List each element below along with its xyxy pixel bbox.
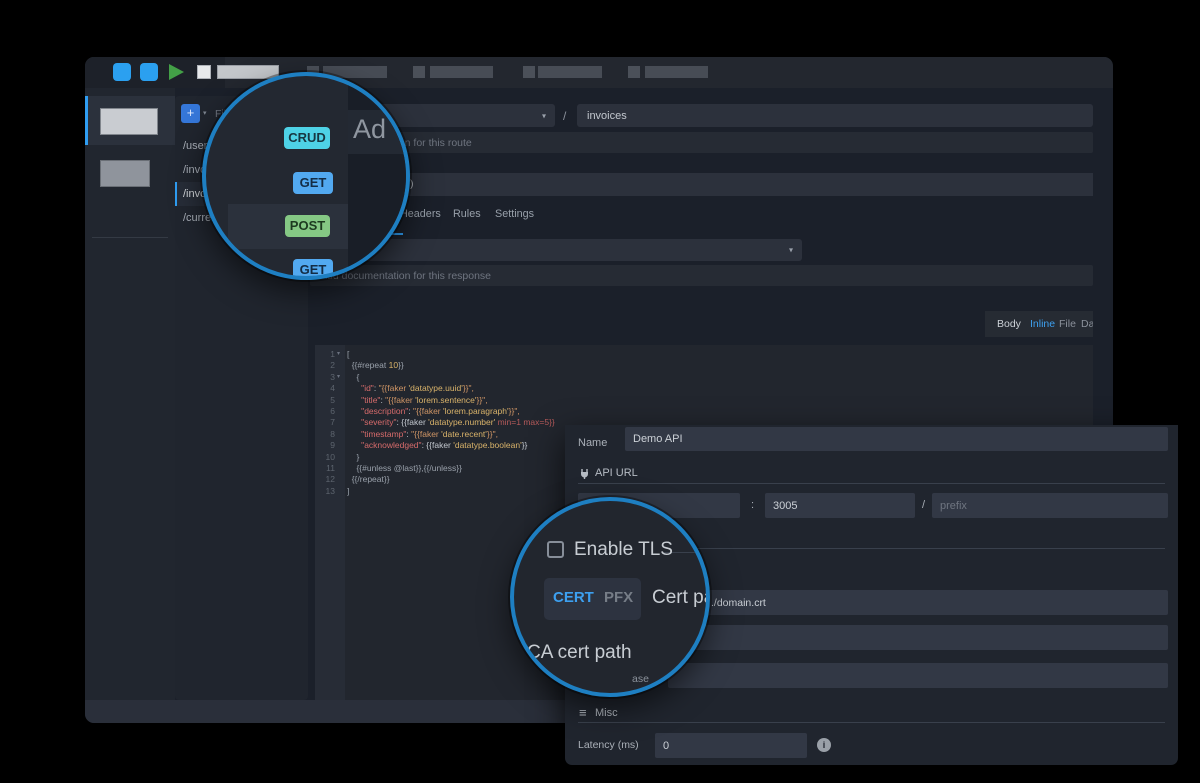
prefix-slash-separator: / <box>922 499 925 511</box>
titlebar <box>85 57 1113 88</box>
routes-magnifier-callout: Ad CRUD GET POST GET <box>202 72 410 280</box>
env-tab-placeholder-4[interactable] <box>645 66 708 78</box>
response-doc-input[interactable] <box>310 265 1093 286</box>
latency-input[interactable] <box>655 733 807 758</box>
env-tab-icon-2[interactable] <box>413 66 425 78</box>
app-logo-icon-2 <box>140 63 158 81</box>
add-route-button[interactable]: + <box>181 104 200 123</box>
info-icon[interactable]: i <box>817 738 831 752</box>
environments-sidebar <box>85 88 175 700</box>
env-tab-placeholder-2[interactable] <box>430 66 493 78</box>
magnified-config-zone <box>348 76 410 280</box>
stage: + ▾ /users /invoice /invoices /currency-… <box>0 0 1200 783</box>
cert-tab: CERT <box>553 589 594 606</box>
code-line: 4 "id": "{{faker 'datatype.uuid'}}", <box>315 383 1093 394</box>
ca-cert-path-input[interactable] <box>647 625 1168 650</box>
misc-section-label: Misc <box>595 707 618 719</box>
cert-passphrase-input[interactable] <box>668 663 1168 688</box>
misc-divider <box>578 722 1165 723</box>
prefix-input[interactable] <box>932 493 1168 518</box>
cert-path-label-fragment: Cert pa <box>652 587 710 609</box>
environment-name-input[interactable] <box>625 427 1168 451</box>
tab-headers[interactable]: Headers <box>400 208 441 220</box>
sidebar-divider <box>92 237 168 238</box>
env-tab-placeholder-3[interactable] <box>538 66 602 78</box>
fold-icon[interactable]: ▾ <box>337 349 345 360</box>
name-label: Name <box>578 437 607 449</box>
route-path-input[interactable] <box>577 104 1093 127</box>
plug-icon <box>579 468 590 479</box>
environment-thumbnail-2[interactable] <box>100 160 150 187</box>
misc-icon: ≡ <box>579 705 587 720</box>
tab-databucket[interactable]: Da <box>1081 311 1093 337</box>
tab-rules[interactable]: Rules <box>453 208 481 220</box>
tls-magnifier-callout: Enable TLS CERT PFX Cert pa CA cert path… <box>510 497 710 697</box>
fold-icon[interactable]: ▾ <box>337 372 345 383</box>
post-method-badge: POST <box>285 215 330 237</box>
code-line: 3▾ { <box>315 372 1093 383</box>
active-env-tab-icon[interactable] <box>197 65 211 79</box>
ca-cert-path-label: CA cert path <box>527 642 632 664</box>
body-label: Body <box>997 311 1021 337</box>
cert-path-input[interactable] <box>703 590 1168 615</box>
cert-type-toggle: CERT PFX <box>544 578 641 620</box>
env-tab-icon-3[interactable] <box>523 66 535 78</box>
tab-inline[interactable]: Inline <box>1030 311 1055 337</box>
passphrase-label-fragment: ase <box>632 673 649 685</box>
environment-thumbnail-1[interactable] <box>100 108 158 135</box>
pfx-tab: PFX <box>604 589 633 606</box>
add-route-caret-icon[interactable]: ▾ <box>203 109 207 117</box>
code-line: 1▾ [ <box>315 349 1093 360</box>
api-url-divider <box>578 483 1165 484</box>
tab-file[interactable]: File <box>1059 311 1076 337</box>
code-line: 2 {{#repeat 10}} <box>315 360 1093 371</box>
chevron-down-icon: ▾ <box>542 111 546 120</box>
active-environment-accent <box>85 96 88 145</box>
start-server-icon[interactable] <box>169 64 184 80</box>
chevron-down-icon: ▾ <box>789 246 793 255</box>
code-line: 5 "title": "{{faker 'lorem.sentence'}}", <box>315 395 1093 406</box>
tab-settings[interactable]: Settings <box>495 208 534 220</box>
get-method-badge: GET <box>293 172 333 194</box>
port-input[interactable] <box>765 493 915 518</box>
port-colon-separator: : <box>751 499 754 511</box>
enable-tls-checkbox <box>547 541 564 558</box>
get-method-badge-partial: GET <box>293 259 333 280</box>
code-line: 6 "description": "{{faker 'lorem.paragra… <box>315 406 1093 417</box>
route-doc-input[interactable] <box>310 132 1093 153</box>
magnified-doc-fragment: Ad <box>353 114 386 145</box>
api-url-section-label: API URL <box>595 467 638 479</box>
latency-label: Latency (ms) <box>578 739 639 751</box>
body-source-toggle: Body Inline File Da <box>985 311 1093 337</box>
response-status-bar[interactable]: Response 1 (200) <box>310 173 1093 196</box>
env-tab-icon-4[interactable] <box>628 66 640 78</box>
enable-tls-label: Enable TLS <box>574 539 673 561</box>
path-slash-separator: / <box>563 109 566 123</box>
active-env-tab-placeholder[interactable] <box>217 65 279 79</box>
app-logo-icon <box>113 63 131 81</box>
crud-method-badge: CRUD <box>284 127 330 149</box>
